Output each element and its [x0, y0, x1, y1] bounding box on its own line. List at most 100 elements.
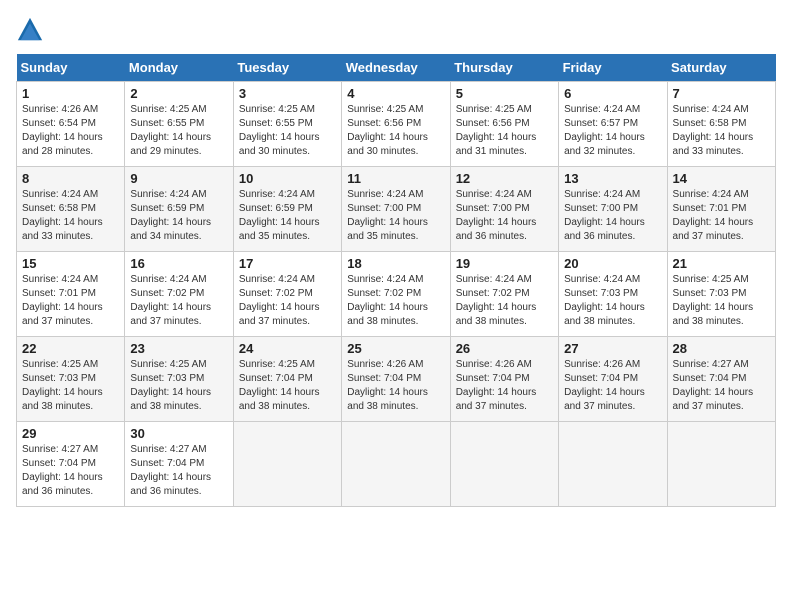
calendar-cell: 17 Sunrise: 4:24 AMSunset: 7:02 PMDaylig… [233, 252, 341, 337]
day-info: Sunrise: 4:24 AMSunset: 7:01 PMDaylight:… [22, 274, 103, 327]
calendar-cell: 20 Sunrise: 4:24 AMSunset: 7:03 PMDaylig… [559, 252, 667, 337]
calendar-cell: 5 Sunrise: 4:25 AMSunset: 6:56 PMDayligh… [450, 82, 558, 167]
day-number: 21 [673, 256, 770, 271]
day-number: 15 [22, 256, 119, 271]
day-info: Sunrise: 4:24 AMSunset: 6:59 PMDaylight:… [130, 189, 211, 242]
calendar-table: SundayMondayTuesdayWednesdayThursdayFrid… [16, 54, 776, 507]
day-number: 10 [239, 171, 336, 186]
calendar-cell: 13 Sunrise: 4:24 AMSunset: 7:00 PMDaylig… [559, 167, 667, 252]
logo [16, 16, 48, 44]
day-info: Sunrise: 4:24 AMSunset: 6:59 PMDaylight:… [239, 189, 320, 242]
calendar-week-2: 8 Sunrise: 4:24 AMSunset: 6:58 PMDayligh… [17, 167, 776, 252]
calendar-cell [667, 422, 775, 507]
day-number: 17 [239, 256, 336, 271]
day-info: Sunrise: 4:24 AMSunset: 7:02 PMDaylight:… [347, 274, 428, 327]
calendar-cell: 27 Sunrise: 4:26 AMSunset: 7:04 PMDaylig… [559, 337, 667, 422]
calendar-cell: 6 Sunrise: 4:24 AMSunset: 6:57 PMDayligh… [559, 82, 667, 167]
calendar-cell: 28 Sunrise: 4:27 AMSunset: 7:04 PMDaylig… [667, 337, 775, 422]
day-number: 9 [130, 171, 227, 186]
weekday-header-thursday: Thursday [450, 54, 558, 82]
day-info: Sunrise: 4:24 AMSunset: 6:57 PMDaylight:… [564, 104, 645, 157]
day-number: 28 [673, 341, 770, 356]
weekday-header-row: SundayMondayTuesdayWednesdayThursdayFrid… [17, 54, 776, 82]
day-info: Sunrise: 4:24 AMSunset: 7:03 PMDaylight:… [564, 274, 645, 327]
day-number: 6 [564, 86, 661, 101]
weekday-header-saturday: Saturday [667, 54, 775, 82]
day-info: Sunrise: 4:24 AMSunset: 7:02 PMDaylight:… [130, 274, 211, 327]
day-number: 26 [456, 341, 553, 356]
calendar-cell [450, 422, 558, 507]
calendar-cell [233, 422, 341, 507]
day-number: 8 [22, 171, 119, 186]
day-number: 16 [130, 256, 227, 271]
calendar-week-3: 15 Sunrise: 4:24 AMSunset: 7:01 PMDaylig… [17, 252, 776, 337]
calendar-cell: 7 Sunrise: 4:24 AMSunset: 6:58 PMDayligh… [667, 82, 775, 167]
logo-icon [16, 16, 44, 44]
weekday-header-sunday: Sunday [17, 54, 125, 82]
day-number: 19 [456, 256, 553, 271]
calendar-cell: 26 Sunrise: 4:26 AMSunset: 7:04 PMDaylig… [450, 337, 558, 422]
weekday-header-monday: Monday [125, 54, 233, 82]
day-info: Sunrise: 4:24 AMSunset: 7:01 PMDaylight:… [673, 189, 754, 242]
calendar-cell: 1 Sunrise: 4:26 AMSunset: 6:54 PMDayligh… [17, 82, 125, 167]
day-info: Sunrise: 4:27 AMSunset: 7:04 PMDaylight:… [673, 359, 754, 412]
day-number: 12 [456, 171, 553, 186]
weekday-header-friday: Friday [559, 54, 667, 82]
day-number: 11 [347, 171, 444, 186]
calendar-cell: 25 Sunrise: 4:26 AMSunset: 7:04 PMDaylig… [342, 337, 450, 422]
day-number: 24 [239, 341, 336, 356]
day-info: Sunrise: 4:25 AMSunset: 7:04 PMDaylight:… [239, 359, 320, 412]
day-number: 18 [347, 256, 444, 271]
calendar-cell: 8 Sunrise: 4:24 AMSunset: 6:58 PMDayligh… [17, 167, 125, 252]
day-info: Sunrise: 4:25 AMSunset: 6:55 PMDaylight:… [239, 104, 320, 157]
day-info: Sunrise: 4:26 AMSunset: 7:04 PMDaylight:… [456, 359, 537, 412]
calendar-cell: 4 Sunrise: 4:25 AMSunset: 6:56 PMDayligh… [342, 82, 450, 167]
day-number: 1 [22, 86, 119, 101]
calendar-cell: 15 Sunrise: 4:24 AMSunset: 7:01 PMDaylig… [17, 252, 125, 337]
day-info: Sunrise: 4:26 AMSunset: 7:04 PMDaylight:… [564, 359, 645, 412]
weekday-header-tuesday: Tuesday [233, 54, 341, 82]
calendar-cell: 23 Sunrise: 4:25 AMSunset: 7:03 PMDaylig… [125, 337, 233, 422]
day-info: Sunrise: 4:24 AMSunset: 6:58 PMDaylight:… [673, 104, 754, 157]
calendar-week-5: 29 Sunrise: 4:27 AMSunset: 7:04 PMDaylig… [17, 422, 776, 507]
calendar-cell: 30 Sunrise: 4:27 AMSunset: 7:04 PMDaylig… [125, 422, 233, 507]
day-number: 5 [456, 86, 553, 101]
day-number: 4 [347, 86, 444, 101]
calendar-cell: 14 Sunrise: 4:24 AMSunset: 7:01 PMDaylig… [667, 167, 775, 252]
day-info: Sunrise: 4:27 AMSunset: 7:04 PMDaylight:… [130, 444, 211, 497]
calendar-cell: 19 Sunrise: 4:24 AMSunset: 7:02 PMDaylig… [450, 252, 558, 337]
day-info: Sunrise: 4:24 AMSunset: 7:00 PMDaylight:… [564, 189, 645, 242]
weekday-header-wednesday: Wednesday [342, 54, 450, 82]
day-number: 22 [22, 341, 119, 356]
day-number: 30 [130, 426, 227, 441]
day-number: 2 [130, 86, 227, 101]
day-info: Sunrise: 4:24 AMSunset: 7:02 PMDaylight:… [456, 274, 537, 327]
calendar-cell: 11 Sunrise: 4:24 AMSunset: 7:00 PMDaylig… [342, 167, 450, 252]
day-info: Sunrise: 4:24 AMSunset: 7:00 PMDaylight:… [347, 189, 428, 242]
calendar-cell [559, 422, 667, 507]
day-number: 14 [673, 171, 770, 186]
day-info: Sunrise: 4:25 AMSunset: 6:56 PMDaylight:… [456, 104, 537, 157]
day-info: Sunrise: 4:25 AMSunset: 6:55 PMDaylight:… [130, 104, 211, 157]
calendar-cell: 3 Sunrise: 4:25 AMSunset: 6:55 PMDayligh… [233, 82, 341, 167]
calendar-cell: 21 Sunrise: 4:25 AMSunset: 7:03 PMDaylig… [667, 252, 775, 337]
day-number: 3 [239, 86, 336, 101]
calendar-week-1: 1 Sunrise: 4:26 AMSunset: 6:54 PMDayligh… [17, 82, 776, 167]
calendar-cell [342, 422, 450, 507]
calendar-week-4: 22 Sunrise: 4:25 AMSunset: 7:03 PMDaylig… [17, 337, 776, 422]
calendar-cell: 24 Sunrise: 4:25 AMSunset: 7:04 PMDaylig… [233, 337, 341, 422]
day-number: 23 [130, 341, 227, 356]
day-info: Sunrise: 4:25 AMSunset: 7:03 PMDaylight:… [130, 359, 211, 412]
calendar-cell: 22 Sunrise: 4:25 AMSunset: 7:03 PMDaylig… [17, 337, 125, 422]
day-info: Sunrise: 4:26 AMSunset: 6:54 PMDaylight:… [22, 104, 103, 157]
day-info: Sunrise: 4:24 AMSunset: 7:02 PMDaylight:… [239, 274, 320, 327]
calendar-cell: 16 Sunrise: 4:24 AMSunset: 7:02 PMDaylig… [125, 252, 233, 337]
day-info: Sunrise: 4:25 AMSunset: 6:56 PMDaylight:… [347, 104, 428, 157]
day-info: Sunrise: 4:25 AMSunset: 7:03 PMDaylight:… [673, 274, 754, 327]
day-number: 27 [564, 341, 661, 356]
header [16, 16, 776, 44]
day-info: Sunrise: 4:27 AMSunset: 7:04 PMDaylight:… [22, 444, 103, 497]
day-number: 20 [564, 256, 661, 271]
calendar-cell: 9 Sunrise: 4:24 AMSunset: 6:59 PMDayligh… [125, 167, 233, 252]
day-number: 13 [564, 171, 661, 186]
